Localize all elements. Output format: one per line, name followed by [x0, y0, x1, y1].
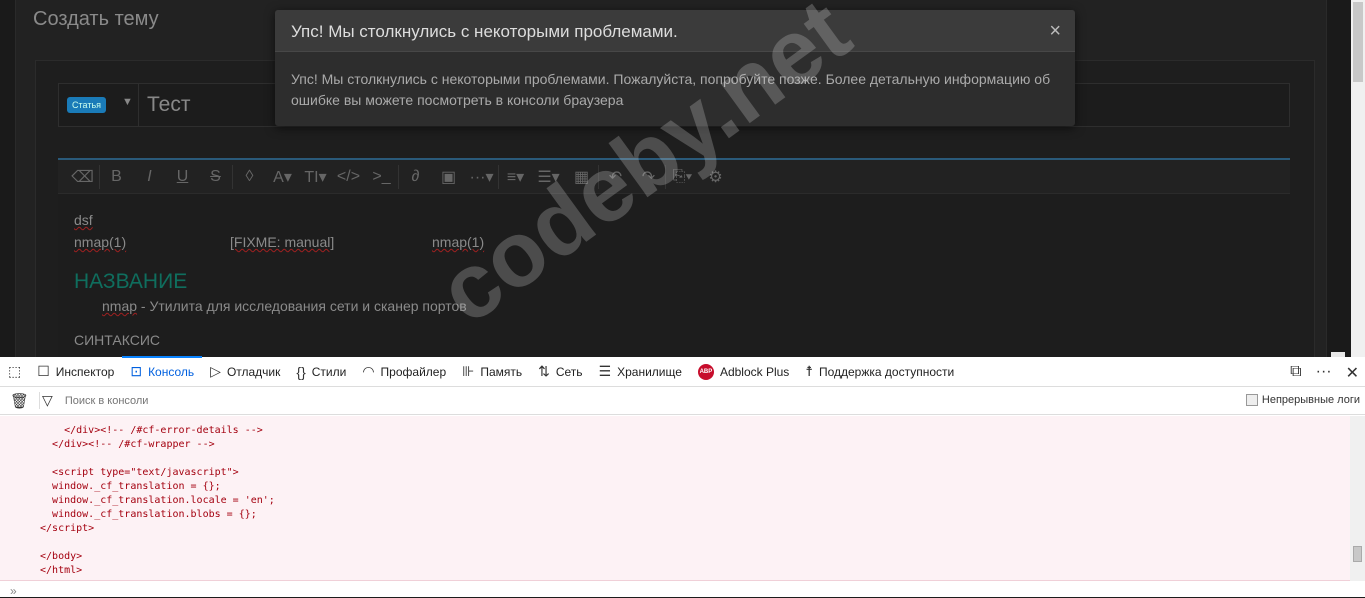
- tab-adblock-plus[interactable]: ABP Adblock Plus: [690, 357, 797, 387]
- text-line: dsf: [74, 212, 93, 228]
- text-line: nmap(1): [74, 234, 127, 250]
- align-icon[interactable]: ≡▾: [499, 167, 532, 187]
- console-scrollbar[interactable]: [1350, 416, 1365, 581]
- tab-label: Память: [480, 364, 523, 379]
- dock-icon[interactable]: ⧉: [1290, 363, 1301, 383]
- console-filter-bar: 🗑 ▽ Непрерывные логи: [0, 387, 1365, 415]
- section-heading: СИНТАКСИС: [74, 332, 160, 348]
- section-heading: НАЗВАНИЕ: [74, 270, 188, 293]
- prefix-dropdown-icon[interactable]: ▼: [122, 96, 133, 108]
- color-icon[interactable]: ◊: [233, 168, 266, 186]
- storage-icon: ☰: [598, 363, 612, 379]
- console-icon: ⊡: [130, 363, 143, 379]
- link-icon[interactable]: ∂: [399, 168, 432, 186]
- tab-label: Хранилище: [617, 364, 682, 379]
- prompt-icon: »: [10, 584, 17, 598]
- tab-console[interactable]: ⊡ Консоль: [122, 355, 202, 387]
- bold-icon[interactable]: B: [100, 168, 133, 186]
- more-options-icon[interactable]: ···: [1316, 363, 1332, 383]
- tab-label: Стили: [311, 364, 347, 379]
- code-icon[interactable]: </>: [332, 168, 365, 186]
- tab-storage[interactable]: ☰ Хранилище: [591, 357, 690, 387]
- strikethrough-icon[interactable]: S: [199, 168, 232, 186]
- tab-network[interactable]: ⇅ Сеть: [530, 357, 590, 387]
- tab-debugger[interactable]: ▷ Отладчик: [202, 357, 288, 387]
- divider: [138, 84, 139, 126]
- console-search-input[interactable]: [64, 394, 465, 407]
- tab-label: Отладчик: [226, 364, 281, 379]
- table-icon[interactable]: ▦: [565, 167, 598, 187]
- drafts-icon[interactable]: ⎘▾: [666, 168, 699, 186]
- tab-label: Поддержка доступности: [818, 364, 955, 379]
- persist-logs-checkbox[interactable]: Непрерывные логи: [1245, 394, 1360, 406]
- tab-label: Консоль: [148, 364, 195, 379]
- element-picker-icon[interactable]: ⬚: [0, 357, 29, 387]
- gauge-icon: ◠: [362, 363, 375, 379]
- tab-inspector[interactable]: ☐ Инспектор: [29, 357, 122, 387]
- close-icon[interactable]: ×: [1049, 20, 1061, 43]
- eraser-icon[interactable]: ⌫: [66, 167, 99, 187]
- tab-accessibility[interactable]: ☨ Поддержка доступности: [797, 357, 962, 387]
- dialog-title: Упс! Мы столкнулись с некоторыми проблем…: [275, 10, 1075, 52]
- console-message: </div><!-- /#cf-error-details --> </div>…: [40, 425, 275, 576]
- text-line: nmap(1): [432, 234, 485, 250]
- tab-profiler[interactable]: ◠ Профайлер: [354, 357, 454, 387]
- font-size-icon[interactable]: A▾: [266, 167, 299, 187]
- debugger-icon: ▷: [210, 363, 221, 379]
- undo-icon[interactable]: ↶: [599, 167, 632, 187]
- editor-toolbar: ⌫ B I U S ◊ A▾ TI▾ </> >_ ∂ ▣ ···▾ ≡▾ ☰▾…: [58, 160, 1290, 194]
- braces-icon: {}: [296, 363, 306, 380]
- tab-label: Сеть: [555, 364, 583, 379]
- page-scrollbar[interactable]: [1351, 0, 1365, 357]
- text-style-icon[interactable]: TI▾: [299, 167, 332, 187]
- memory-icon: ⊪: [462, 363, 475, 379]
- persist-logs-label: Непрерывные логи: [1261, 394, 1360, 406]
- gear-icon[interactable]: ⚙: [699, 167, 732, 187]
- devtools-tabs: ⬚ ☐ Инспектор ⊡ Консоль ▷ Отладчик {} Стили …: [0, 355, 1365, 387]
- network-icon: ⇅: [538, 363, 550, 379]
- redo-icon[interactable]: ↷: [632, 167, 665, 187]
- tab-label: Профайлер: [380, 364, 447, 379]
- close-devtools-icon[interactable]: ✕: [1346, 363, 1359, 383]
- text-line: nmap: [102, 298, 138, 314]
- console-input[interactable]: »: [10, 584, 17, 598]
- prefix-badge[interactable]: Статья: [67, 97, 107, 113]
- more-icon[interactable]: ···▾: [465, 167, 498, 187]
- inspector-icon: ☐: [37, 363, 50, 379]
- accessibility-icon: ☨: [805, 363, 813, 379]
- dialog-message: Упс! Мы столкнулись с некоторыми проблем…: [291, 71, 1051, 108]
- adblock-icon: ABP: [697, 363, 714, 380]
- editor-content[interactable]: dsf nmap(1) [FIXME: manual] nmap(1) НАЗВ…: [74, 212, 484, 354]
- tab-styles[interactable]: {} Стили: [288, 357, 354, 387]
- thread-title-input[interactable]: Тест: [147, 93, 190, 117]
- tab-label: Adblock Plus: [719, 364, 790, 379]
- devtools-panel: ⬚ ☐ Инспектор ⊡ Консоль ▷ Отладчик {} Стили …: [0, 355, 1365, 598]
- tab-label: Инспектор: [55, 364, 115, 379]
- text-line: [FIXME: manual]: [230, 234, 335, 250]
- error-dialog: Упс! Мы столкнулись с некоторыми проблем…: [275, 10, 1075, 126]
- rich-text-editor[interactable]: ⌫ B I U S ◊ A▾ TI▾ </> >_ ∂ ▣ ···▾ ≡▾ ☰▾…: [58, 158, 1345, 357]
- text-line: - Утилита для исследования сети и сканер…: [137, 298, 467, 314]
- trash-icon[interactable]: 🗑: [0, 392, 39, 410]
- console-output: </div><!-- /#cf-error-details --> </div>…: [0, 416, 1350, 581]
- image-icon[interactable]: ▣: [432, 167, 465, 187]
- filter-icon[interactable]: ▽: [39, 392, 61, 409]
- tab-memory[interactable]: ⊪ Память: [454, 357, 530, 387]
- list-icon[interactable]: ☰▾: [532, 167, 565, 187]
- underline-icon[interactable]: U: [166, 168, 199, 186]
- page-title: Создать тему: [33, 8, 159, 30]
- inline-code-icon[interactable]: >_: [365, 168, 398, 186]
- italic-icon[interactable]: I: [133, 168, 166, 186]
